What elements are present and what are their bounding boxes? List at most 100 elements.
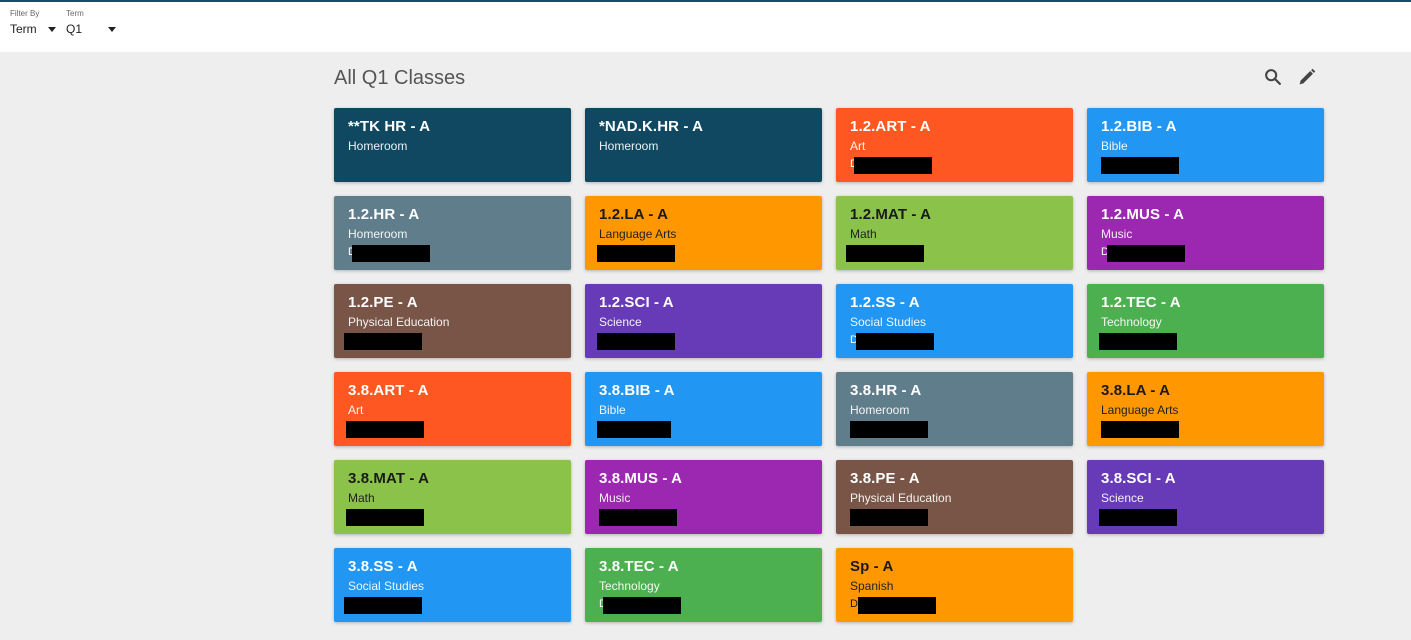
class-card[interactable]: Sp - A Spanish D — [836, 548, 1073, 622]
class-grid: **TK HR - A Homeroom *NAD.K.HR - A Homeroom… — [334, 108, 1324, 622]
class-subject: Homeroom — [348, 227, 408, 241]
edit-icon[interactable] — [1296, 66, 1318, 88]
class-code: 1.2.ART - A — [850, 118, 931, 135]
class-card[interactable]: 1.2.BIB - A Bible — [1087, 108, 1324, 182]
class-subject: Bible — [1101, 139, 1128, 153]
class-code: 3.8.SS - A — [348, 558, 418, 575]
class-code: **TK HR - A — [348, 118, 431, 135]
class-subject: Music — [599, 491, 631, 505]
class-subject: Social Studies — [850, 315, 927, 329]
class-card[interactable]: 3.8.MAT - A Math — [334, 460, 571, 534]
term-dropdown[interactable]: Term Q1 — [66, 9, 116, 36]
class-code: 1.2.LA - A — [599, 206, 669, 223]
class-subject: Technology — [599, 579, 660, 593]
class-subject: Art — [348, 403, 364, 417]
class-code: 1.2.PE - A — [348, 294, 418, 311]
class-code: 3.8.BIB - A — [599, 382, 675, 399]
class-code: 3.8.ART - A — [348, 382, 429, 399]
class-code: 1.2.MUS - A — [1101, 206, 1185, 223]
class-card[interactable]: 3.8.TEC - ATechnologyD — [585, 548, 822, 622]
class-subject: Homeroom — [850, 403, 910, 417]
class-card[interactable]: 3.8.ART - A Art — [334, 372, 571, 446]
redaction-bar — [1101, 157, 1179, 174]
page-title: All Q1 Classes — [334, 67, 466, 89]
class-code: 3.8.HR - A — [850, 382, 922, 399]
class-subject: Science — [1101, 491, 1144, 505]
filter-by-dropdown[interactable]: Filter By Term — [10, 9, 56, 36]
class-subject: Language Arts — [1101, 403, 1179, 417]
class-card[interactable]: **TK HR - A Homeroom — [334, 108, 571, 182]
redaction-bar — [858, 597, 936, 614]
redaction-bar — [1099, 333, 1177, 350]
filter-by-value: Term — [10, 22, 37, 36]
redaction-bar — [850, 421, 928, 438]
class-subject: Math — [850, 227, 877, 241]
class-code: 3.8.LA - A — [1101, 382, 1171, 399]
class-subject: Technology — [1101, 315, 1162, 329]
redaction-bar — [599, 509, 677, 526]
class-card[interactable]: 3.8.BIB - A Bible — [585, 372, 822, 446]
chevron-down-icon — [108, 26, 116, 32]
class-card[interactable]: 3.8.MUS - A Music — [585, 460, 822, 534]
class-subject: Physical Education — [850, 491, 952, 505]
redaction-bar — [1107, 245, 1185, 262]
redaction-bar — [846, 245, 924, 262]
class-subject: Social Studies — [348, 579, 425, 593]
class-teacher: D — [850, 598, 858, 610]
redaction-bar — [346, 421, 424, 438]
class-subject: Homeroom — [348, 139, 408, 153]
class-code: 3.8.SCI - A — [1101, 470, 1176, 487]
class-code: 3.8.MUS - A — [599, 470, 683, 487]
class-code: 1.2.MAT - A — [850, 206, 932, 223]
redaction-bar — [1101, 421, 1179, 438]
class-card[interactable]: 3.8.SS - A Social Studies — [334, 548, 571, 622]
class-card[interactable]: *NAD.K.HR - A Homeroom — [585, 108, 822, 182]
class-code: Sp - A — [850, 558, 894, 575]
class-subject: Bible — [599, 403, 626, 417]
term-label: Term — [66, 9, 84, 18]
class-card[interactable]: 1.2.SS - A Social Studies D — [836, 284, 1073, 358]
class-card[interactable]: 1.2.TEC - A Technology — [1087, 284, 1324, 358]
class-code: 1.2.SCI - A — [599, 294, 674, 311]
class-subject: Math — [348, 491, 375, 505]
class-code: 1.2.SS - A — [850, 294, 920, 311]
class-subject: Science — [599, 315, 642, 329]
class-card[interactable]: 1.2.SCI - A Science — [585, 284, 822, 358]
search-icon[interactable] — [1262, 66, 1284, 88]
class-subject: Language Arts — [599, 227, 677, 241]
class-code: *NAD.K.HR - A — [599, 118, 704, 135]
class-subject: Music — [1101, 227, 1133, 241]
redaction-bar — [597, 421, 671, 438]
redaction-bar — [856, 333, 934, 350]
class-code: 3.8.PE - A — [850, 470, 920, 487]
class-code: 1.2.HR - A — [348, 206, 420, 223]
class-card[interactable]: 3.8.PE - A Physical Education — [836, 460, 1073, 534]
redaction-bar — [1099, 509, 1177, 526]
class-code: 3.8.MAT - A — [348, 470, 430, 487]
redaction-bar — [854, 157, 932, 174]
class-code: 1.2.BIB - A — [1101, 118, 1177, 135]
class-subject: Physical Education — [348, 315, 450, 329]
redaction-bar — [346, 509, 424, 526]
redaction-bar — [597, 245, 675, 262]
redaction-bar — [597, 333, 675, 350]
redaction-bar — [344, 597, 422, 614]
class-subject: Art — [850, 139, 866, 153]
class-card[interactable]: 1.2.MUS - A Music D — [1087, 196, 1324, 270]
class-card[interactable]: 1.2.MAT - A Math — [836, 196, 1073, 270]
redaction-bar — [352, 245, 430, 262]
class-subject: Spanish — [850, 579, 894, 593]
class-code: 1.2.TEC - A — [1101, 294, 1181, 311]
class-card[interactable]: 1.2.LA - A Language Arts — [585, 196, 822, 270]
class-card[interactable]: 1.2.HR - AHomeroomD — [334, 196, 571, 270]
class-card[interactable]: 1.2.ART - AArtD — [836, 108, 1073, 182]
redaction-bar — [850, 509, 928, 526]
chevron-down-icon — [48, 26, 56, 32]
term-value: Q1 — [66, 22, 83, 36]
redaction-bar — [603, 597, 681, 614]
class-card[interactable]: 1.2.PE - A Physical Education — [334, 284, 571, 358]
class-code: 3.8.TEC - A — [599, 558, 679, 575]
class-card[interactable]: 3.8.HR - A Homeroom — [836, 372, 1073, 446]
class-card[interactable]: 3.8.LA - A Language Arts — [1087, 372, 1324, 446]
class-card[interactable]: 3.8.SCI - A Science — [1087, 460, 1324, 534]
